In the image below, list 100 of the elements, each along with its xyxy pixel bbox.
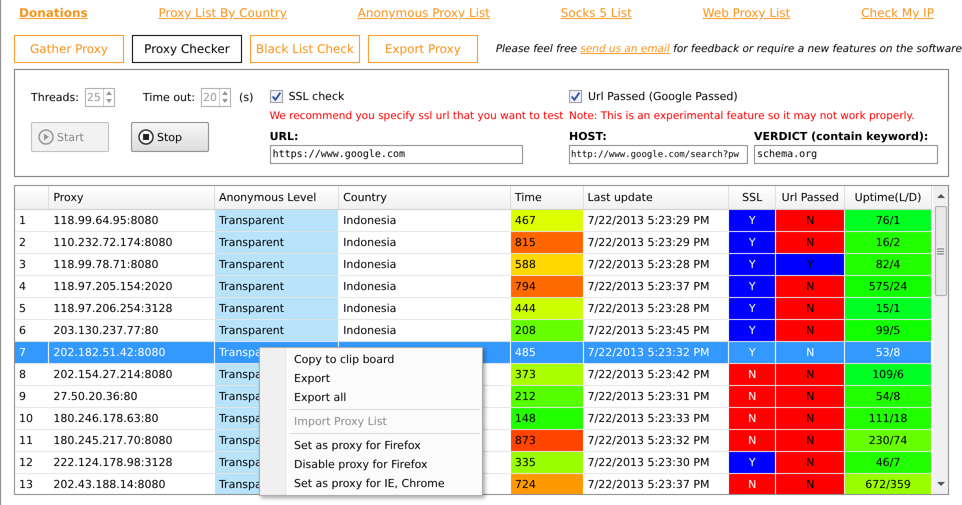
column-header: Uptime(L/D) [844, 186, 932, 210]
table-row[interactable]: 1 118.99.64.95:8080 Transparent Indonesia 467 7/22/2013 5:23:29 PM Y N 76/1 [15, 210, 932, 232]
table-cell: N [776, 430, 845, 452]
table-cell: 4 [15, 276, 49, 298]
table-cell: 118.97.206.254:3128 [48, 298, 214, 320]
scrollbar[interactable] [933, 186, 948, 494]
table-cell: 9 [15, 386, 49, 408]
table-cell: 672/359 [844, 474, 932, 494]
table-cell: N [776, 474, 845, 494]
table-cell: Y [728, 232, 776, 254]
table-cell: Indonesia [338, 298, 510, 320]
table-cell: 212 [510, 386, 584, 408]
table-cell: N [776, 452, 845, 474]
table-cell: N [776, 364, 845, 386]
table-cell: 16/2 [844, 232, 932, 254]
table-cell: N [728, 386, 776, 408]
table-cell: 118.97.205.154:2020 [48, 276, 214, 298]
checkbox[interactable] [569, 90, 582, 102]
table-cell: 180.245.217.70:8080 [48, 430, 214, 452]
scroll-up-icon [936, 192, 946, 200]
table-cell: Transparent [214, 276, 339, 298]
table-cell: 202.182.51.42:8080 [48, 342, 214, 364]
table-cell: Y [728, 298, 776, 320]
table-cell: 335 [510, 452, 584, 474]
table-cell: Y [728, 320, 776, 342]
warning-text: Note: This is an experimental feature so it may not work properly. [569, 110, 916, 124]
feedback-text: Please feel free send us an email for feedback or require a new features on the software [496, 43, 962, 55]
table-cell: 373 [510, 364, 584, 386]
stop-button[interactable]: Stop [131, 122, 209, 152]
header-cell [15, 186, 49, 210]
table-cell: 7/22/2013 5:23:32 PM [583, 342, 728, 364]
column-header: Last update [583, 186, 728, 210]
table-cell: 7/22/2013 5:23:30 PM [583, 452, 728, 474]
table-cell: 109/6 [844, 364, 932, 386]
table-cell: N [776, 386, 845, 408]
warning-text: We recommend you specify ssl url that you want to test [270, 110, 564, 124]
down-arrow-icon [104, 98, 113, 104]
table-cell: Indonesia [338, 232, 510, 254]
table-cell: N [728, 364, 776, 386]
table-cell: Indonesia [338, 210, 510, 232]
table-row[interactable]: 4 118.97.205.154:2020 Transparent Indonesia 794 7/22/2013 5:23:37 PM Y N 575/24 [15, 276, 932, 298]
table-cell: 588 [510, 254, 584, 276]
table-row[interactable]: 2 110.232.72.174:8080 Transparent Indonesia 815 7/22/2013 5:23:29 PM Y N 16/2 [15, 232, 932, 254]
input-field[interactable]: schema.org [754, 145, 938, 164]
table-cell: 118.99.78.71:8080 [48, 254, 214, 276]
table-cell: 118.99.64.95:8080 [48, 210, 214, 232]
up-arrow-icon [104, 90, 113, 96]
table-cell: 180.246.178.63:80 [48, 408, 214, 430]
play-icon [38, 129, 54, 145]
table-cell: 12 [15, 452, 49, 474]
field-label: URL: [270, 130, 300, 145]
field-label: VERDICT (contain keyword): [754, 130, 930, 145]
table-cell: 7/22/2013 5:23:32 PM [583, 430, 728, 452]
table-cell: 7/22/2013 5:23:29 PM [583, 232, 728, 254]
table-cell: N [776, 232, 845, 254]
table-cell: 7/22/2013 5:23:29 PM [583, 210, 728, 232]
table-cell: 485 [510, 342, 584, 364]
input-field[interactable]: http://www.google.com/search?pw [569, 145, 748, 164]
table-cell: N [776, 298, 845, 320]
table-cell: 467 [510, 210, 584, 232]
table-row[interactable]: 3 118.99.78.71:8080 Transparent Indonesia 588 7/22/2013 5:23:28 PM Y Y 82/4 [15, 254, 932, 276]
table-cell: Transparent [214, 298, 339, 320]
table-cell: 5 [15, 298, 49, 320]
scroll-thumb[interactable] [934, 206, 946, 296]
table-cell: 7/22/2013 5:23:33 PM [583, 408, 728, 430]
column-header: Anonymous Level [214, 186, 339, 210]
column-header: SSL [728, 186, 776, 210]
table-cell: 3 [15, 254, 49, 276]
checkbox-label: SSL check [288, 90, 344, 102]
table-cell: Y [776, 254, 845, 276]
table-cell: Y [728, 276, 776, 298]
table-cell: Y [728, 452, 776, 474]
stop-icon [138, 129, 154, 145]
table-cell: 7/22/2013 5:23:31 PM [583, 386, 728, 408]
table-cell: N [776, 342, 845, 364]
table-cell: 7/22/2013 5:23:28 PM [583, 254, 728, 276]
table-cell: Transparent [214, 232, 339, 254]
table-cell: 110.232.72.174:8080 [48, 232, 214, 254]
field-label: HOST: [569, 130, 608, 145]
table-cell: 1 [15, 210, 49, 232]
table-row[interactable]: 5 118.97.206.254:3128 Transparent Indonesia 444 7/22/2013 5:23:28 PM Y N 15/1 [15, 298, 932, 320]
table-cell: N [776, 408, 845, 430]
table-cell: 202.154.27.214:8080 [48, 364, 214, 386]
checkbox[interactable] [270, 90, 283, 102]
table-cell: Y [728, 210, 776, 232]
column-header: Url Passed [776, 186, 845, 210]
table-row[interactable]: 6 203.130.237.77:80 Transparent Indonesia 208 7/22/2013 5:23:45 PM Y N 99/5 [15, 320, 932, 342]
table-cell: 794 [510, 276, 584, 298]
table-cell: Indonesia [338, 276, 510, 298]
table-cell: N [728, 474, 776, 494]
column-header: Proxy [48, 186, 214, 210]
table-cell: N [776, 320, 845, 342]
table-cell: Indonesia [338, 254, 510, 276]
table-cell: N [776, 210, 845, 232]
field-label: Threads: [31, 90, 79, 104]
tab[interactable]: Proxy Checker [132, 35, 242, 63]
input-field[interactable]: https://www.google.com [270, 145, 523, 164]
table-cell: 208 [510, 320, 584, 342]
table-cell: 724 [510, 474, 584, 494]
field-label: Time out: [142, 90, 196, 104]
